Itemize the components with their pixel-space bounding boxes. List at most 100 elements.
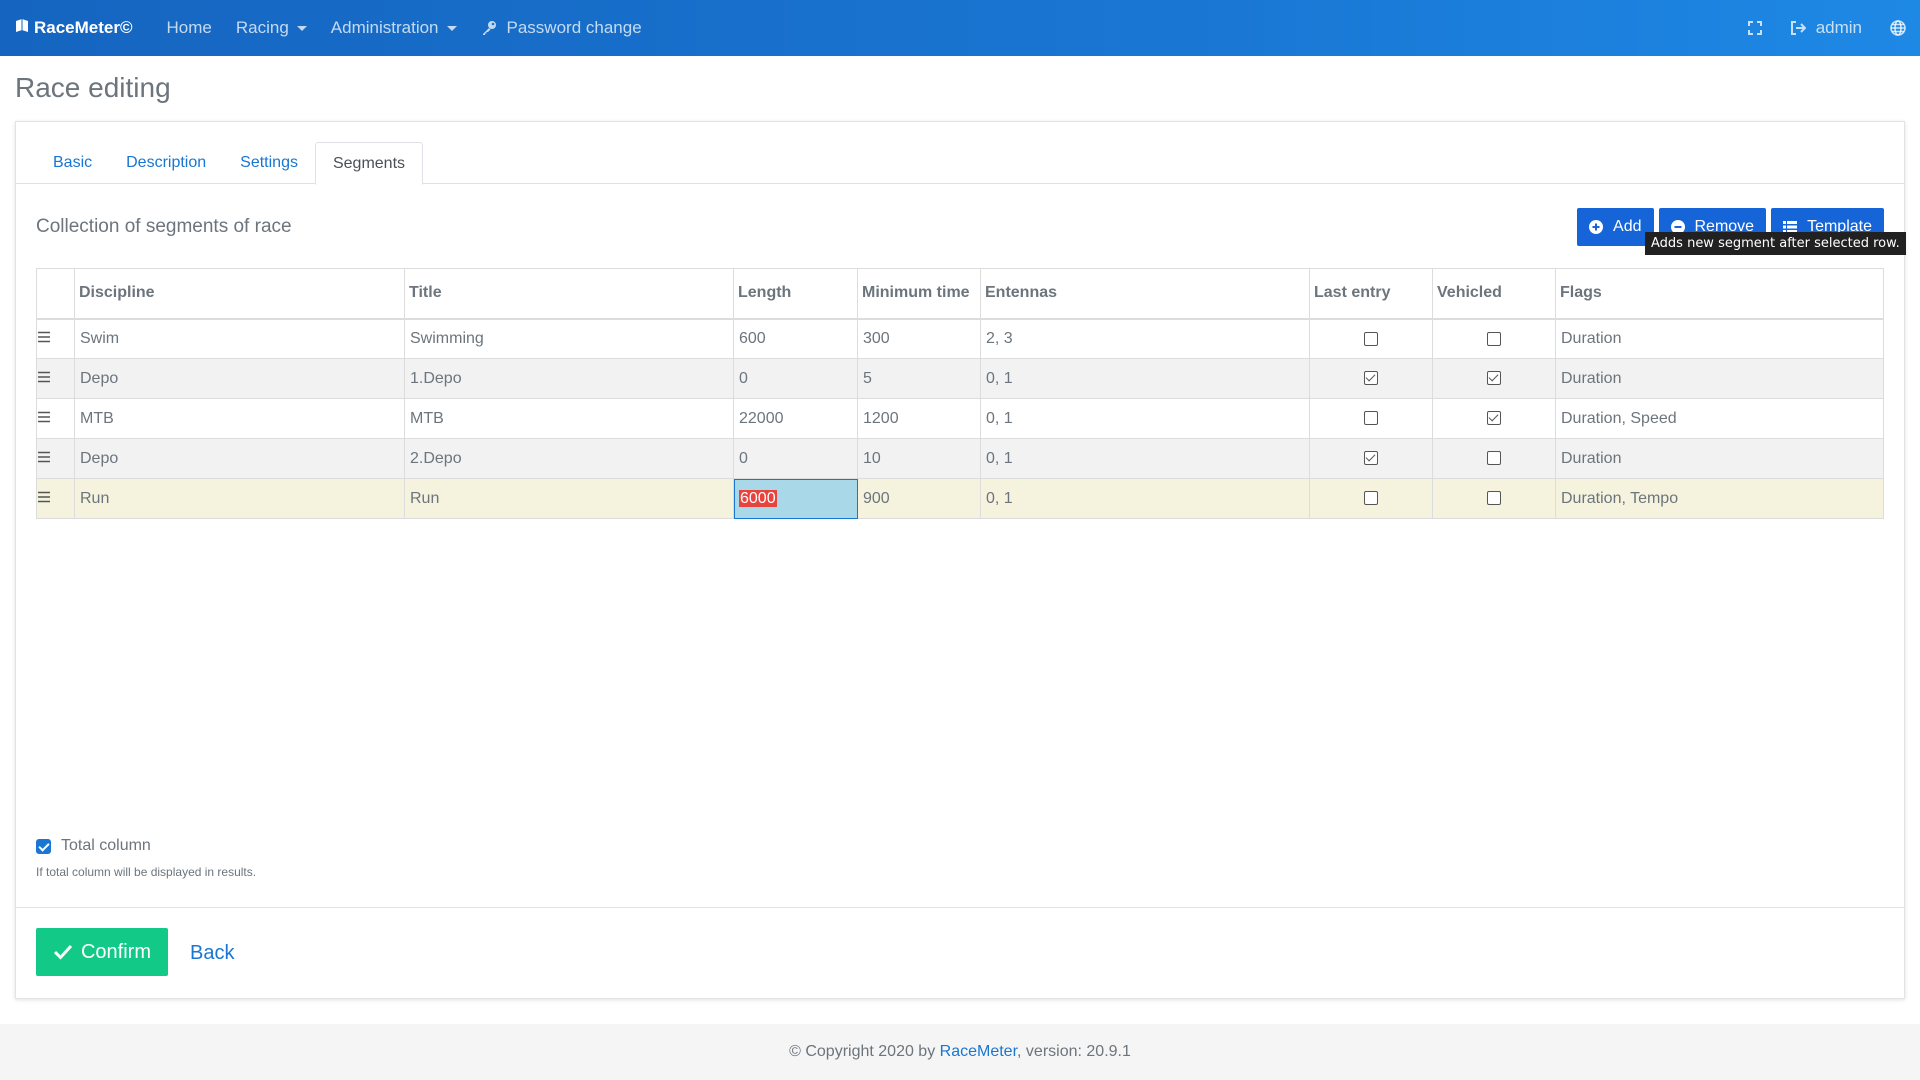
header-title[interactable]: Title [404,268,734,320]
footer-racemeter-link[interactable]: RaceMeter [940,1043,1017,1060]
cell-length[interactable]: 6000 [733,478,858,519]
table-row[interactable]: Swim Swimming 600 300 2, 3 Duration [36,318,1884,359]
row-drag-handle[interactable] [36,398,75,439]
cell-vehicled [1432,318,1556,359]
row-drag-handle[interactable] [36,318,75,359]
back-link[interactable]: Back [190,942,234,965]
cell-title[interactable]: Run [404,478,734,519]
header-discipline[interactable]: Discipline [74,268,405,320]
cell-minimum-time[interactable]: 1200 [857,398,981,439]
total-column-option[interactable]: Total column [36,837,151,855]
tab-segments[interactable]: Segments [314,142,424,185]
nav-password-change[interactable]: Password change [481,18,642,38]
cell-discipline[interactable]: MTB [74,398,405,439]
last-entry-checkbox[interactable] [1364,371,1378,386]
cell-antennas[interactable]: 2, 3 [980,318,1310,359]
cell-discipline[interactable]: Swim [74,318,405,359]
last-entry-checkbox[interactable] [1364,331,1378,346]
cell-length[interactable]: 22000 [733,398,858,439]
table-header-row: Discipline Title Length Minimum time Ent… [36,268,1884,320]
cell-title[interactable]: Swimming [404,318,734,359]
cell-discipline[interactable]: Run [74,478,405,519]
cell-vehicled [1432,398,1556,439]
cell-antennas[interactable]: 0, 1 [980,478,1310,519]
add-segment-label: Add [1613,218,1642,235]
header-vehicled[interactable]: Vehicled [1432,268,1556,320]
card-footer: Confirm Back [16,907,1904,999]
logout-icon[interactable] [1790,20,1806,36]
user-name[interactable]: admin [1816,18,1862,38]
tab-settings[interactable]: Settings [223,142,315,184]
total-column-help: If total column will be displayed in res… [36,865,257,879]
page-footer: © Copyright 2020 by RaceMeter, version: … [0,1024,1920,1080]
vehicled-checkbox[interactable] [1487,491,1501,506]
caret-down-icon [296,25,307,31]
cell-flags[interactable]: Duration [1555,318,1884,359]
cell-flags[interactable]: Duration, Tempo [1555,478,1884,519]
cell-minimum-time[interactable]: 5 [857,358,981,399]
nav-home[interactable]: Home [167,18,212,38]
tab-description[interactable]: Description [109,142,223,184]
cell-antennas[interactable]: 0, 1 [980,438,1310,479]
cell-discipline[interactable]: Depo [74,358,405,399]
last-entry-checkbox[interactable] [1364,451,1378,466]
tab-bar: Basic Description Settings Segments [16,142,1904,185]
caret-down-icon [446,25,457,31]
page-title: Race editing [15,72,171,103]
last-entry-checkbox[interactable] [1364,491,1378,506]
cell-discipline[interactable]: Depo [74,438,405,479]
row-drag-handle[interactable] [36,478,75,519]
globe-icon[interactable] [1890,20,1906,36]
cell-vehicled [1432,438,1556,479]
footer-copyright: © Copyright 2020 by [789,1043,940,1060]
fullscreen-icon[interactable] [1747,21,1762,35]
vehicled-checkbox[interactable] [1487,411,1501,426]
cell-antennas[interactable]: 0, 1 [980,398,1310,439]
add-segment-button[interactable]: Add [1577,208,1654,246]
confirm-button[interactable]: Confirm [36,928,168,976]
table-row[interactable]: Depo 1.Depo 0 5 0, 1 Duration [36,358,1884,399]
table-row[interactable]: Run Run 6000 900 0, 1 Duration, Tempo [36,478,1884,519]
header-length[interactable]: Length [733,268,858,320]
total-column-checkbox[interactable] [36,838,51,854]
brand[interactable]: RaceMeter© [14,18,133,39]
header-antennas[interactable]: Entennas [980,268,1310,320]
row-drag-handle[interactable] [36,358,75,399]
cell-length[interactable]: 600 [733,318,858,359]
nav-racing-dropdown[interactable]: Racing [236,18,307,38]
tab-basic[interactable]: Basic [36,142,109,184]
vehicled-checkbox[interactable] [1487,331,1501,346]
nav-administration-dropdown[interactable]: Administration [331,18,457,38]
header-flags[interactable]: Flags [1555,268,1884,320]
cell-antennas[interactable]: 0, 1 [980,358,1310,399]
check-icon [53,944,73,960]
cell-length-edit-input[interactable]: 6000 [739,489,777,507]
cell-minimum-time[interactable]: 10 [857,438,981,479]
table-row[interactable]: MTB MTB 22000 1200 0, 1 Duration, Speed [36,398,1884,439]
cell-minimum-time[interactable]: 300 [857,318,981,359]
last-entry-checkbox[interactable] [1364,411,1378,426]
table-row[interactable]: Depo 2.Depo 0 10 0, 1 Duration [36,438,1884,479]
header-minimum-time[interactable]: Minimum time [857,268,981,320]
cell-flags[interactable]: Duration [1555,358,1884,399]
header-last-entry[interactable]: Last entry [1309,268,1433,320]
vehicled-checkbox[interactable] [1487,371,1501,386]
cell-flags[interactable]: Duration, Speed [1555,398,1884,439]
brand-logo-icon [14,18,34,39]
row-drag-handle[interactable] [36,438,75,479]
nav-home-label: Home [166,18,212,37]
vehicled-checkbox[interactable] [1487,451,1501,466]
nav-administration-label: Administration [330,18,439,37]
section-title: Collection of segments of race [36,216,292,237]
cell-length[interactable]: 0 [733,358,858,399]
cell-title[interactable]: 2.Depo [404,438,734,479]
cell-flags[interactable]: Duration [1555,438,1884,479]
drag-handle-icon [38,451,50,462]
cell-last-entry [1309,318,1433,359]
cell-title[interactable]: MTB [404,398,734,439]
cell-title[interactable]: 1.Depo [404,358,734,399]
cell-length[interactable]: 0 [733,438,858,479]
confirm-label: Confirm [80,940,151,963]
cell-minimum-time[interactable]: 900 [857,478,981,519]
cell-vehicled [1432,478,1556,519]
